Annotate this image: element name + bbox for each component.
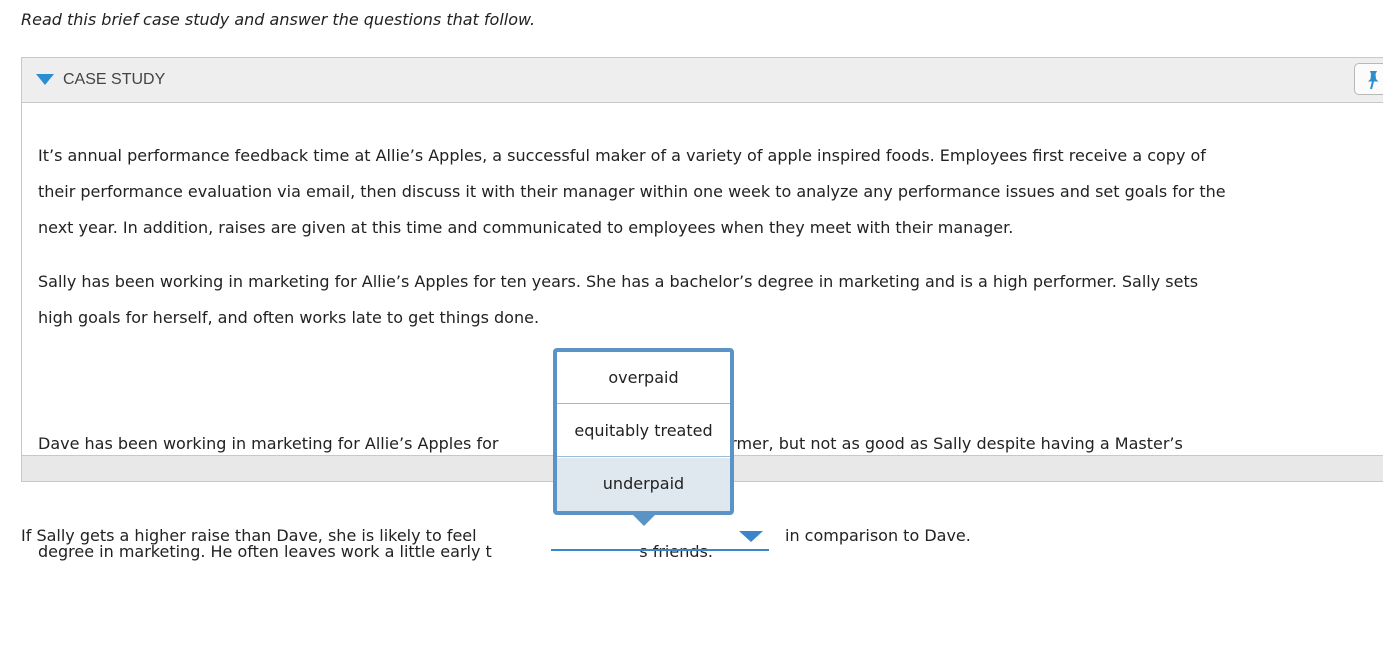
pin-icon xyxy=(1368,71,1379,90)
popup-pointer-icon xyxy=(632,514,656,526)
case-study-paragraph: It’s annual performance feedback time at… xyxy=(38,138,1383,246)
instructions-text: Read this brief case study and answer th… xyxy=(21,10,536,29)
paragraph-line: high goals for herself, and often works … xyxy=(38,308,540,327)
option-equitably-treated[interactable]: equitably treated xyxy=(557,405,730,457)
option-overpaid[interactable]: overpaid xyxy=(557,352,730,404)
paragraph-line: their performance evaluation via email, … xyxy=(38,182,1226,201)
option-underpaid[interactable]: underpaid xyxy=(557,458,730,511)
collapse-caret-icon[interactable] xyxy=(36,74,54,85)
paragraph-line: Sally has been working in marketing for … xyxy=(38,272,1199,291)
question-text-after: in comparison to Dave. xyxy=(785,526,971,545)
dropdown-arrow-icon[interactable] xyxy=(739,531,763,542)
case-study-header[interactable]: CASE STUDY xyxy=(22,58,1383,103)
pin-button[interactable] xyxy=(1354,63,1383,95)
paragraph-line: next year. In addition, raises are given… xyxy=(38,218,1014,237)
dropdown-options-popup: overpaid equitably treated underpaid xyxy=(553,348,734,515)
question-text-before: If Sally gets a higher raise than Dave, … xyxy=(21,526,477,545)
answer-dropdown[interactable] xyxy=(551,519,769,551)
case-study-title: CASE STUDY xyxy=(63,71,166,88)
case-study-paragraph: Sally has been working in marketing for … xyxy=(38,264,1383,336)
paragraph-line: It’s annual performance feedback time at… xyxy=(38,146,1206,165)
